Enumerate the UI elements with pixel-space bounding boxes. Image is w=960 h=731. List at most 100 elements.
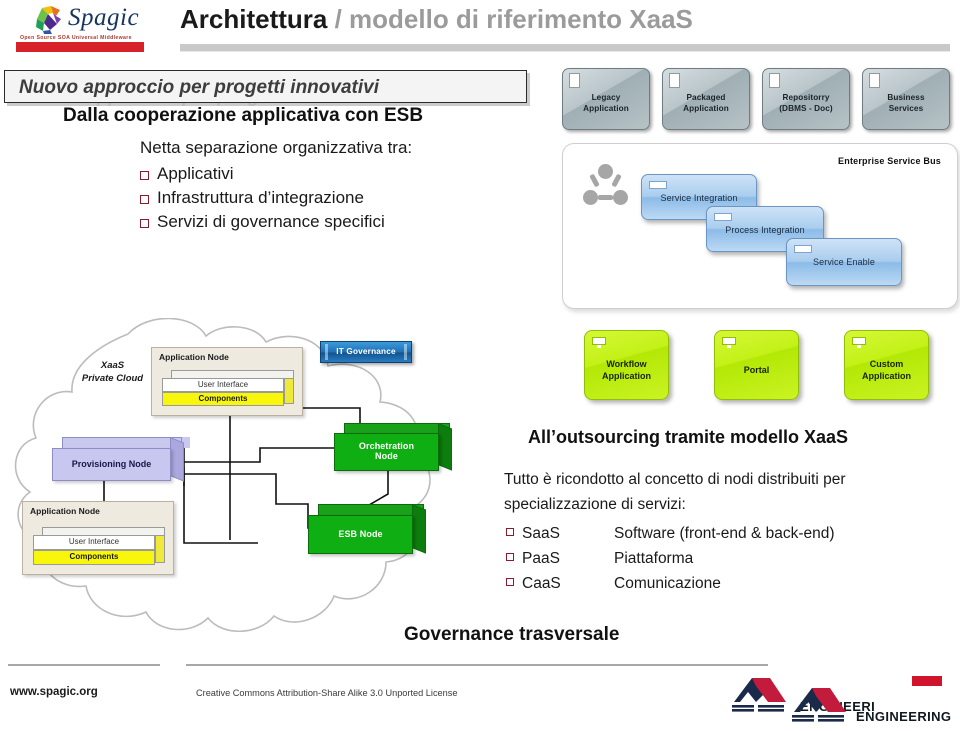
monitor-icon	[722, 337, 736, 348]
esb-layer-label: Service Enable	[813, 257, 875, 267]
right-bullet-list: SaaS Software (front-end & back-end) Paa…	[506, 521, 835, 596]
red-accent-chip	[912, 676, 942, 686]
stack-components: Components	[162, 392, 284, 406]
app-box-business-services: Business Services	[862, 68, 950, 130]
esb-application-row: Legacy Application Packaged Application …	[562, 68, 958, 136]
stack-components: Components	[33, 550, 155, 565]
footer-license: Creative Commons Attribution-Share Alike…	[196, 688, 458, 698]
cloud-label-line1: XaaS	[100, 360, 125, 371]
tile-portal: Portal	[714, 330, 799, 400]
orchestration-node-label-line1: Orchetration	[358, 441, 415, 451]
spagic-wordmark: Spagic	[68, 4, 140, 31]
node-front-face: ESB Node	[308, 515, 413, 554]
list-item-label: Infrastruttura d’integrazione	[157, 188, 364, 207]
list-item-key: SaaS	[522, 525, 560, 542]
list-item-label: Servizi di governance specifici	[157, 212, 385, 231]
stack-user-interface: User Interface	[162, 378, 284, 392]
node-side-face	[438, 423, 452, 471]
spagic-logo: Spagic Open Source SOA Universal Middlew…	[6, 2, 154, 52]
provisioning-node: Provisioning Node	[52, 437, 190, 485]
tile-label-line1: Custom	[869, 359, 904, 369]
app-box-packaged-application: Packaged Application	[662, 68, 750, 130]
stack-side-skew	[155, 535, 165, 563]
title-divider	[180, 44, 950, 51]
esb-layer-label: Service Integration	[660, 193, 738, 203]
list-item: Servizi di governance specifici	[140, 212, 385, 232]
app-box-label-line2: Services	[888, 103, 924, 113]
layer-tag-icon	[649, 181, 667, 189]
it-governance-label: IT Governance	[336, 347, 396, 356]
cloud-label: XaaS Private Cloud	[60, 359, 165, 385]
app-box-label: Packaged Application	[663, 93, 749, 114]
stack-user-interface: User Interface	[33, 535, 155, 550]
bullet-square-icon	[506, 528, 514, 536]
stack-side-skew	[284, 378, 294, 404]
app-box-label-line2: Application	[683, 103, 729, 113]
layer-tag-icon	[714, 213, 732, 221]
tile-label: Workflow Application	[585, 358, 668, 382]
tile-label-line1: Workflow	[606, 359, 647, 369]
list-item: PaaS Piattaforma	[506, 546, 835, 571]
network-nodes-icon	[583, 164, 629, 208]
tile-custom-application: Custom Application	[844, 330, 929, 400]
right-paragraph: Tutto è ricondotto al concetto di nodi d…	[504, 471, 846, 513]
document-icon	[769, 73, 780, 88]
left-sub-lead: Netta separazione organizzativa tra:	[140, 138, 413, 157]
bullet-square-icon	[506, 553, 514, 561]
title-divider-thin	[180, 51, 950, 52]
cloud-label-line2: Private Cloud	[81, 373, 144, 384]
list-item: Applicativi	[140, 164, 385, 184]
node-side-face	[412, 504, 426, 554]
esb-panel-title: Enterprise Service Bus	[838, 156, 941, 166]
node-front-face: Orchetration Node	[334, 433, 439, 471]
it-governance-box: IT Governance	[320, 341, 412, 363]
tile-workflow-application: Workflow Application	[584, 330, 669, 400]
spagic-logo-mark	[36, 6, 61, 34]
app-box-label-line2: (DBMS - Doc)	[779, 103, 833, 113]
list-item-value: Software (front-end & back-end)	[614, 525, 835, 542]
orchestration-node-label-line2: Node	[375, 451, 398, 461]
monitor-icon	[852, 337, 866, 348]
bullet-square-icon	[140, 195, 149, 204]
list-item-value: Piattaforma	[614, 550, 694, 567]
application-node-title: Application Node	[30, 506, 100, 516]
page-title: Architettura / modello di riferimento Xa…	[180, 4, 693, 35]
subtitle-banner-text: Nuovo approccio per progetti innovativi	[19, 77, 379, 98]
node-stack: User Interface Components	[162, 370, 294, 410]
page-title-separator: /	[327, 4, 350, 34]
esb-layer-label: Process Integration	[725, 225, 805, 235]
application-node-upper: Application Node User Interface Componen…	[151, 347, 303, 416]
slide: Spagic Open Source SOA Universal Middlew…	[0, 0, 960, 724]
right-title: All’outsourcing tramite modello XaaS	[528, 427, 849, 447]
node-front-face: Provisioning Node	[52, 448, 171, 481]
esb-node: ESB Node	[308, 504, 426, 560]
subtitle-banner: Nuovo approccio per progetti innovativi	[4, 70, 527, 103]
governance-trasversale-label: Governance trasversale	[404, 624, 620, 645]
app-box-label-line1: Business	[887, 93, 925, 102]
app-box-label: Business Services	[863, 93, 949, 114]
provisioning-node-label: Provisioning Node	[71, 459, 152, 469]
footer-url[interactable]: www.spagic.org	[10, 686, 98, 698]
xaas-private-cloud-diagram: XaaS Private Cloud Application Node User…	[8, 318, 478, 648]
orchestration-node: Orchetration Node	[334, 423, 452, 477]
bullet-square-icon	[140, 171, 149, 180]
app-box-label-line1: Packaged	[686, 93, 726, 102]
enterprise-service-bus-panel: Enterprise Service Bus Service Integrati…	[562, 143, 958, 309]
list-item: SaaS Software (front-end & back-end)	[506, 521, 835, 546]
left-bullet-list: Applicativi Infrastruttura d’integrazion…	[140, 164, 385, 236]
bullet-square-icon	[140, 219, 149, 228]
page-title-strong: Architettura	[180, 4, 328, 34]
left-lead: Dalla cooperazione applicativa con ESB	[63, 105, 424, 126]
document-icon	[569, 73, 580, 88]
esb-node-label: ESB Node	[338, 529, 383, 539]
list-item-label: Applicativi	[157, 164, 234, 183]
page-title-light: modello di riferimento XaaS	[349, 4, 693, 34]
application-node-lower: Application Node User Interface Componen…	[22, 501, 174, 575]
app-box-label-line2: Application	[583, 103, 629, 113]
application-node-title: Application Node	[159, 352, 229, 362]
app-box-label: Legacy Application	[563, 93, 649, 114]
list-item-key: PaaS	[522, 550, 560, 567]
engineering-mark	[792, 688, 846, 722]
app-box-repository: Repositorry (DBMS - Doc)	[762, 68, 850, 130]
tile-label-line1: Portal	[743, 365, 770, 375]
